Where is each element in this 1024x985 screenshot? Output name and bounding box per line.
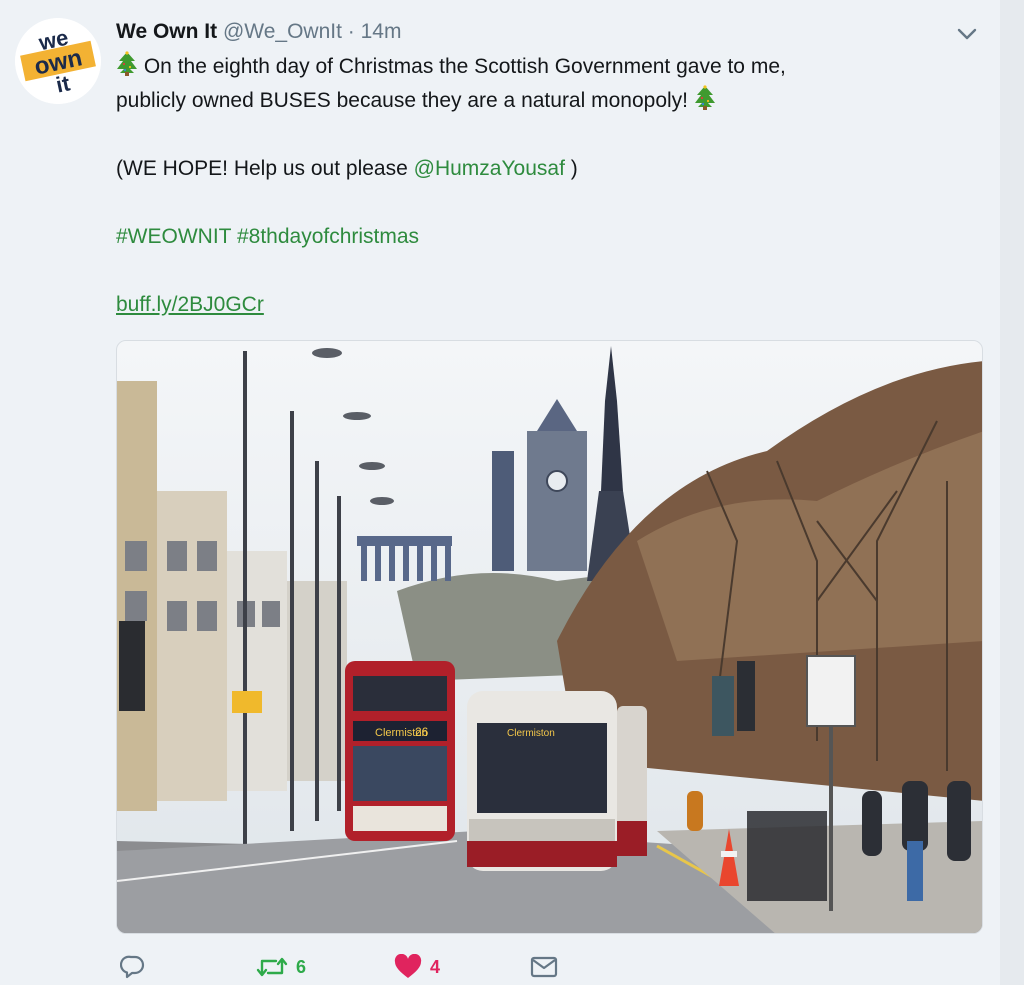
text-line-3: (WE HOPE! Help us out please @HumzaYousa… <box>116 152 976 186</box>
text-line-2-content: publicly owned BUSES because they are a … <box>116 89 689 112</box>
hashtag-link[interactable]: #8thdayofchristmas <box>237 225 419 248</box>
like-button[interactable]: 4 <box>394 952 440 982</box>
timestamp[interactable]: 14m <box>361 20 402 43</box>
tweet-actions: 6 4 <box>116 952 576 982</box>
text-line-1-content: On the eighth day of Christmas the Scott… <box>143 55 786 78</box>
single-deck-bus: Clermiston <box>467 691 617 871</box>
reply-icon <box>120 955 145 979</box>
christmas-tree-icon <box>694 85 715 110</box>
text-line-2: publicly owned BUSES because they are a … <box>116 84 976 118</box>
like-count: 4 <box>430 956 441 977</box>
mention-link[interactable]: @HumzaYousaf <box>414 157 565 180</box>
envelope-icon <box>530 956 558 978</box>
reply-button[interactable] <box>120 952 154 982</box>
we-own-it-logo: we own it <box>15 18 101 104</box>
text-line-3-suffix: ) <box>564 157 578 180</box>
retweet-icon <box>256 957 288 977</box>
url-link[interactable]: buff.ly/2BJ0GCr <box>116 293 264 316</box>
text-line-3-prefix: (WE HOPE! Help us out please <box>116 157 414 180</box>
retweet-count: 6 <box>296 956 307 977</box>
tweet[interactable]: we own it We Own It @We_OwnIt · 14m On t… <box>0 0 1000 985</box>
author-handle[interactable]: @We_OwnIt <box>223 20 342 43</box>
scrollbar[interactable] <box>1000 0 1024 985</box>
tweet-text: On the eighth day of Christmas the Scott… <box>116 50 976 322</box>
christmas-tree-icon <box>117 51 137 76</box>
hashtag-line: #WEOWNIT #8thdayofchristmas <box>116 220 976 254</box>
heart-icon <box>394 954 422 978</box>
hashtag-link[interactable]: #WEOWNIT <box>116 225 231 248</box>
street-scene-image: Clermiston 26 Clermiston <box>117 341 982 933</box>
tweet-photo[interactable]: Clermiston 26 Clermiston <box>116 340 983 934</box>
double-decker-bus: Clermiston 26 <box>345 661 455 841</box>
link-line: buff.ly/2BJ0GCr <box>116 288 976 322</box>
retweet-button[interactable]: 6 <box>256 952 306 982</box>
direct-message-button[interactable] <box>530 952 558 982</box>
chevron-down-icon[interactable] <box>955 24 979 44</box>
separator: · <box>347 20 355 43</box>
bus-destination-2: Clermiston <box>507 728 555 739</box>
bus-route-number: 26 <box>415 725 429 739</box>
text-line-1: On the eighth day of Christmas the Scott… <box>116 50 976 84</box>
author-name[interactable]: We Own It <box>116 20 217 43</box>
tweet-header: We Own It @We_OwnIt · 14m <box>116 18 401 46</box>
avatar[interactable]: we own it <box>15 18 101 104</box>
